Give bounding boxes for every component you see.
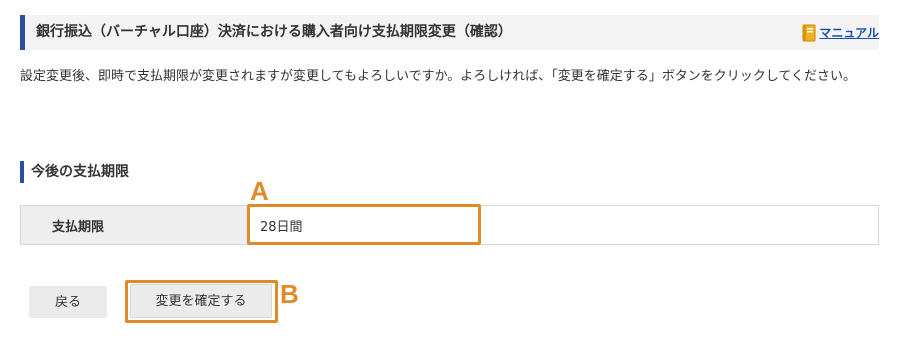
manual-link[interactable]: マニュアル xyxy=(801,15,879,50)
page: 銀行振込（バーチャル口座）決済における購入者向け支払期限変更（確認） マニュアル… xyxy=(0,0,910,360)
payment-deadline-table: 支払期限 28日間 xyxy=(20,205,879,245)
header-accent-bar xyxy=(20,15,25,50)
manual-link-label[interactable]: マニュアル xyxy=(819,24,879,41)
confirm-change-button[interactable]: 変更を確定する xyxy=(130,284,272,318)
annotation-label-b: B xyxy=(280,279,299,309)
table-row: 支払期限 28日間 xyxy=(20,205,879,245)
payment-deadline-value: 28日間 xyxy=(248,205,879,245)
page-title: 銀行振込（バーチャル口座）決済における購入者向け支払期限変更（確認） xyxy=(36,24,512,40)
annotation-label-a: A xyxy=(250,176,269,206)
section-accent-bar xyxy=(20,161,24,183)
back-button[interactable]: 戻る xyxy=(29,286,107,318)
description-text: 設定変更後、即時で支払期限が変更されますが変更してもよろしいですか。よろしければ… xyxy=(20,69,857,84)
section-title: 今後の支払期限 xyxy=(31,164,129,180)
manual-book-icon xyxy=(801,24,817,42)
table-header-cell: 支払期限 xyxy=(20,205,249,245)
